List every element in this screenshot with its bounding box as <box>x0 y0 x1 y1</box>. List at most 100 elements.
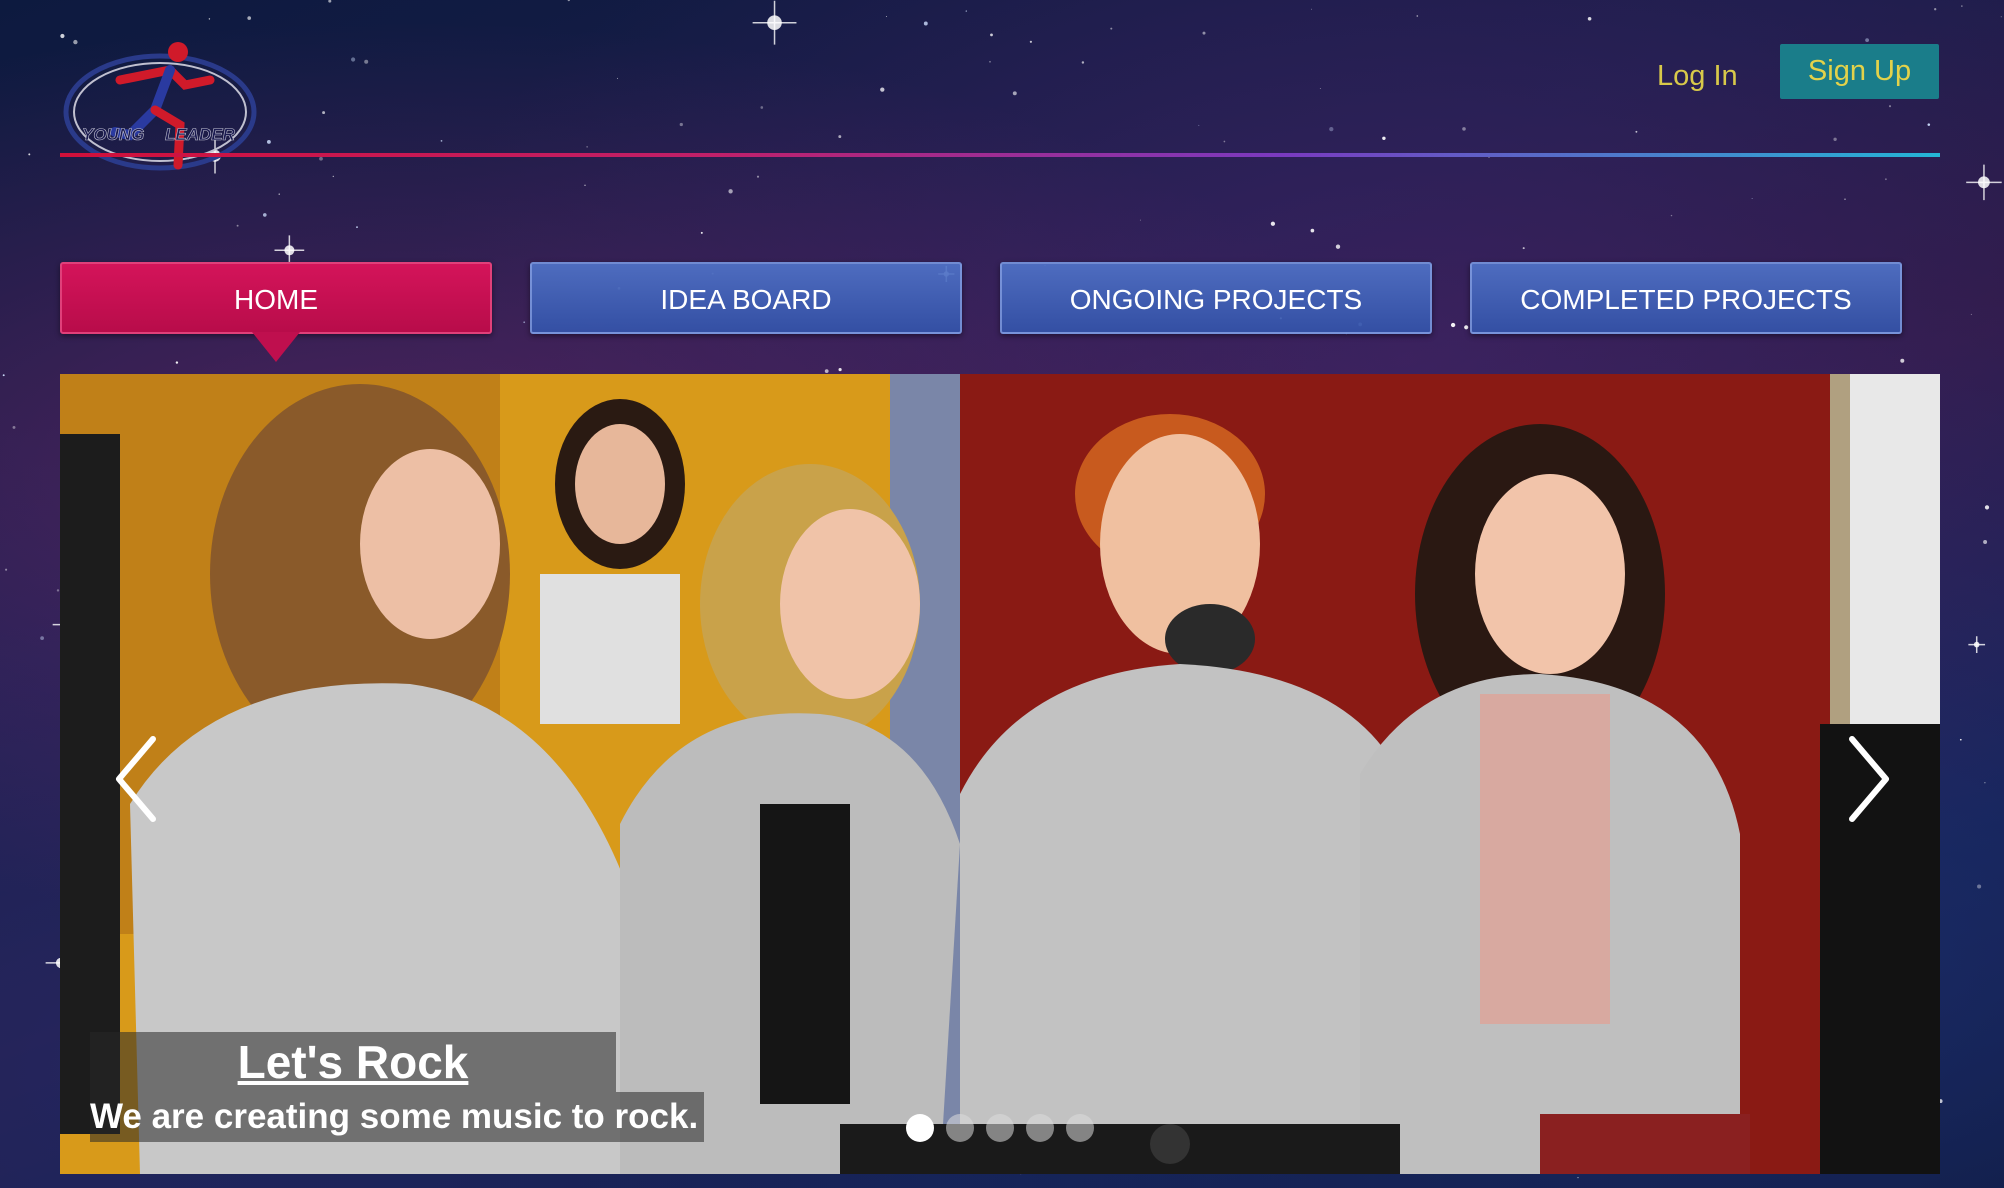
logo-text-young: YOUNG <box>82 125 144 144</box>
star <box>1900 358 1905 363</box>
star <box>1202 31 1206 35</box>
star <box>586 146 588 148</box>
star <box>1310 228 1315 233</box>
star <box>2000 16 2002 18</box>
tab-ongoing-projects[interactable]: ONGOING PROJECTS <box>1000 262 1432 334</box>
star <box>679 122 683 127</box>
star <box>247 16 252 20</box>
slide-caption-title-box: Let's Rock <box>90 1032 616 1092</box>
slider-dot[interactable] <box>906 1114 934 1142</box>
tab-home[interactable]: HOME <box>60 262 492 334</box>
tab-completed-projects[interactable]: COMPLETED PROJECTS <box>1470 262 1902 334</box>
star <box>1081 61 1085 64</box>
star <box>266 139 271 144</box>
star <box>567 0 571 2</box>
slider-dot[interactable] <box>1066 1114 1094 1142</box>
star <box>1970 313 1972 315</box>
star <box>1335 244 1341 249</box>
star <box>175 361 179 364</box>
star <box>56 589 60 592</box>
slider-dot[interactable] <box>1026 1114 1054 1142</box>
tab-idea-board[interactable]: IDEA BOARD <box>530 262 962 334</box>
star <box>1670 214 1673 217</box>
bright-star-core <box>1973 641 1980 648</box>
slider-dot[interactable] <box>986 1114 1014 1142</box>
star <box>1329 126 1334 132</box>
star <box>332 175 334 178</box>
star <box>1464 325 1469 330</box>
star <box>880 87 885 92</box>
star <box>1382 136 1386 141</box>
star <box>1462 127 1466 131</box>
slide-caption-text: We are creating some music to rock. <box>90 1092 705 1142</box>
star <box>584 184 586 186</box>
slider-dot[interactable] <box>946 1114 974 1142</box>
star <box>1884 178 1887 181</box>
star <box>756 175 760 178</box>
star <box>990 33 993 37</box>
star <box>885 16 887 18</box>
star <box>1223 140 1226 143</box>
image-slider: Let's Rock We are creating some music to… <box>60 374 1940 1174</box>
signup-button[interactable]: Sign Up <box>1780 44 1939 99</box>
star <box>1139 219 1141 221</box>
star <box>319 156 323 161</box>
star <box>440 140 443 142</box>
star <box>60 33 65 39</box>
star <box>923 21 928 26</box>
star <box>236 224 239 227</box>
star <box>1984 782 1986 784</box>
bright-star-core <box>284 245 295 256</box>
star <box>760 106 764 109</box>
slider-prev-button[interactable] <box>105 724 175 834</box>
star <box>1833 137 1837 141</box>
star <box>40 636 44 640</box>
star <box>5 568 8 571</box>
star <box>1198 124 1200 126</box>
star <box>1311 8 1312 10</box>
star <box>328 0 332 3</box>
young-leader-logo: YOUNG LEADER <box>63 42 257 171</box>
star <box>1416 15 1419 17</box>
slide-caption-title[interactable]: Let's Rock <box>90 1032 616 1092</box>
star <box>1983 540 1988 544</box>
star <box>356 226 358 229</box>
star <box>1984 505 1990 510</box>
star <box>1751 198 1753 200</box>
star <box>700 231 703 234</box>
star <box>728 189 733 194</box>
star <box>1635 130 1638 133</box>
star <box>28 153 31 156</box>
star <box>523 321 526 324</box>
login-link[interactable]: Log In <box>1645 52 1750 100</box>
star <box>1844 198 1846 201</box>
star <box>1029 40 1032 43</box>
slider-next-button[interactable] <box>1830 724 1900 834</box>
header-divider <box>60 153 1940 157</box>
star <box>965 10 967 12</box>
star <box>1522 247 1525 250</box>
star <box>1577 1176 1579 1179</box>
star <box>1865 38 1869 42</box>
star <box>1270 221 1276 226</box>
star <box>1450 322 1456 328</box>
star <box>1934 8 1937 11</box>
star <box>1888 105 1892 108</box>
star <box>617 77 618 79</box>
star <box>12 425 16 429</box>
star <box>262 213 267 217</box>
star <box>1977 884 1982 889</box>
star <box>1587 17 1592 21</box>
bright-star-core <box>1978 176 1990 189</box>
star <box>208 18 211 20</box>
star <box>322 111 326 115</box>
star <box>351 57 356 62</box>
star <box>824 369 829 373</box>
star <box>1959 738 1962 741</box>
logo-text-leader: LEADER <box>165 125 236 144</box>
star <box>2 374 5 377</box>
bright-star-core <box>767 15 782 30</box>
chevron-right-icon <box>1849 736 1889 822</box>
chevron-left-icon <box>116 736 156 822</box>
star <box>1319 87 1321 89</box>
